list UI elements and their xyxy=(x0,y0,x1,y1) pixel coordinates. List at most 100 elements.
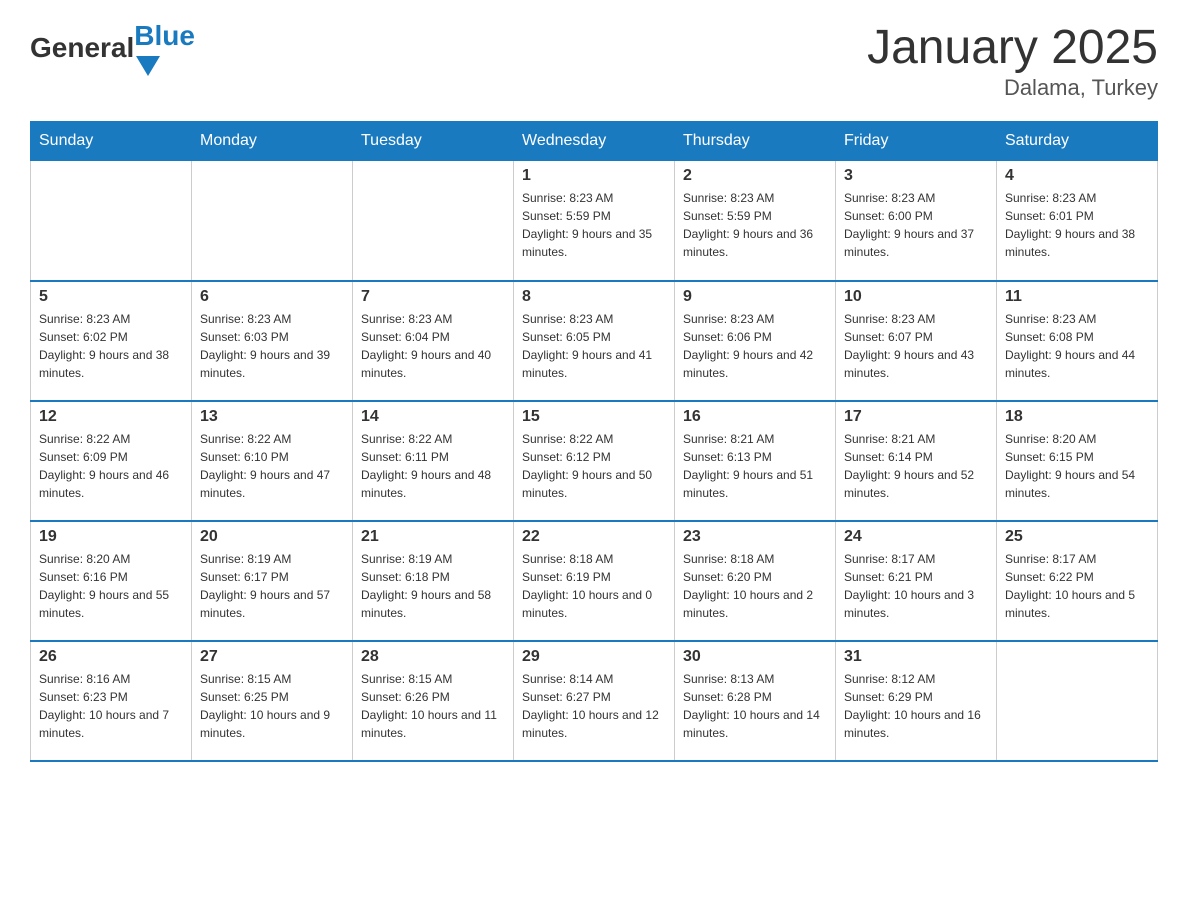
calendar-cell: 14 Sunrise: 8:22 AMSunset: 6:11 PMDayligh… xyxy=(353,401,514,521)
day-info: Sunrise: 8:19 AMSunset: 6:17 PMDaylight:… xyxy=(200,550,344,622)
calendar-cell: 12 Sunrise: 8:22 AMSunset: 6:09 PMDayligh… xyxy=(31,401,192,521)
day-info: Sunrise: 8:16 AMSunset: 6:23 PMDaylight:… xyxy=(39,670,183,742)
calendar-cell: 15Sunrise: 8:22 AMSunset: 6:12 PMDayligh… xyxy=(514,401,675,521)
calendar-cell: 6 Sunrise: 8:23 AMSunset: 6:03 PMDaylight… xyxy=(192,281,353,401)
calendar-cell: 2 Sunrise: 8:23 AMSunset: 5:59 PMDaylight… xyxy=(675,161,836,281)
day-number: 31 xyxy=(844,648,988,666)
day-info: Sunrise: 8:23 AMSunset: 6:00 PMDaylight:… xyxy=(844,189,988,261)
day-number: 28 xyxy=(361,648,505,666)
calendar-cell: 27 Sunrise: 8:15 AMSunset: 6:25 PMDayligh… xyxy=(192,641,353,761)
day-info: Sunrise: 8:14 AMSunset: 6:27 PMDaylight:… xyxy=(522,670,666,742)
calendar-cell: 8 Sunrise: 8:23 AMSunset: 6:05 PMDaylight… xyxy=(514,281,675,401)
calendar-cell: 9Sunrise: 8:23 AMSunset: 6:06 PMDaylight… xyxy=(675,281,836,401)
day-number: 4 xyxy=(1005,167,1149,185)
location-subtitle: Dalama, Turkey xyxy=(867,75,1158,101)
calendar-cell: 20 Sunrise: 8:19 AMSunset: 6:17 PMDayligh… xyxy=(192,521,353,641)
day-number: 20 xyxy=(200,528,344,546)
day-info: Sunrise: 8:23 AMSunset: 5:59 PMDaylight:… xyxy=(683,189,827,261)
day-number: 6 xyxy=(200,288,344,306)
calendar-cell: 22 Sunrise: 8:18 AMSunset: 6:19 PMDayligh… xyxy=(514,521,675,641)
day-info: Sunrise: 8:23 AMSunset: 6:01 PMDaylight:… xyxy=(1005,189,1149,261)
calendar-cell: 3 Sunrise: 8:23 AMSunset: 6:00 PMDaylight… xyxy=(836,161,997,281)
day-number: 27 xyxy=(200,648,344,666)
day-info: Sunrise: 8:18 AMSunset: 6:19 PMDaylight:… xyxy=(522,550,666,622)
day-info: Sunrise: 8:17 AMSunset: 6:22 PMDaylight:… xyxy=(1005,550,1149,622)
day-info: Sunrise: 8:20 AMSunset: 6:15 PMDaylight:… xyxy=(1005,430,1149,502)
calendar-cell: 29 Sunrise: 8:14 AMSunset: 6:27 PMDayligh… xyxy=(514,641,675,761)
day-info: Sunrise: 8:23 AMSunset: 6:05 PMDaylight:… xyxy=(522,310,666,382)
day-info: Sunrise: 8:23 AMSunset: 6:04 PMDaylight:… xyxy=(361,310,505,382)
day-number: 11 xyxy=(1005,288,1149,306)
calendar-cell: 7 Sunrise: 8:23 AMSunset: 6:04 PMDaylight… xyxy=(353,281,514,401)
day-number: 30 xyxy=(683,648,827,666)
calendar-cell: 24Sunrise: 8:17 AMSunset: 6:21 PMDayligh… xyxy=(836,521,997,641)
title-section: January 2025 Dalama, Turkey xyxy=(867,20,1158,101)
weekday-header-sunday: Sunday xyxy=(31,122,192,161)
calendar-cell: 13Sunrise: 8:22 AMSunset: 6:10 PMDayligh… xyxy=(192,401,353,521)
day-info: Sunrise: 8:15 AMSunset: 6:26 PMDaylight:… xyxy=(361,670,505,742)
day-info: Sunrise: 8:22 AMSunset: 6:10 PMDaylight:… xyxy=(200,430,344,502)
calendar-week-3: 12 Sunrise: 8:22 AMSunset: 6:09 PMDayligh… xyxy=(31,401,1158,521)
day-info: Sunrise: 8:17 AMSunset: 6:21 PMDaylight:… xyxy=(844,550,988,622)
day-info: Sunrise: 8:23 AMSunset: 6:06 PMDaylight:… xyxy=(683,310,827,382)
weekday-header-friday: Friday xyxy=(836,122,997,161)
day-info: Sunrise: 8:12 AMSunset: 6:29 PMDaylight:… xyxy=(844,670,988,742)
day-number: 18 xyxy=(1005,408,1149,426)
calendar-cell xyxy=(31,161,192,281)
day-number: 21 xyxy=(361,528,505,546)
calendar-week-1: 1Sunrise: 8:23 AMSunset: 5:59 PMDaylight… xyxy=(31,161,1158,281)
day-info: Sunrise: 8:20 AMSunset: 6:16 PMDaylight:… xyxy=(39,550,183,622)
day-number: 26 xyxy=(39,648,183,666)
day-info: Sunrise: 8:23 AMSunset: 6:07 PMDaylight:… xyxy=(844,310,988,382)
calendar-cell: 30 Sunrise: 8:13 AMSunset: 6:28 PMDayligh… xyxy=(675,641,836,761)
day-number: 19 xyxy=(39,528,183,546)
day-number: 25 xyxy=(1005,528,1149,546)
calendar-cell: 19 Sunrise: 8:20 AMSunset: 6:16 PMDayligh… xyxy=(31,521,192,641)
logo-general-text: General xyxy=(30,32,134,64)
calendar-cell xyxy=(353,161,514,281)
day-number: 22 xyxy=(522,528,666,546)
calendar-cell: 10 Sunrise: 8:23 AMSunset: 6:07 PMDayligh… xyxy=(836,281,997,401)
calendar-cell: 4 Sunrise: 8:23 AMSunset: 6:01 PMDaylight… xyxy=(997,161,1158,281)
calendar-cell: 18 Sunrise: 8:20 AMSunset: 6:15 PMDayligh… xyxy=(997,401,1158,521)
day-info: Sunrise: 8:19 AMSunset: 6:18 PMDaylight:… xyxy=(361,550,505,622)
day-number: 16 xyxy=(683,408,827,426)
calendar-cell: 5Sunrise: 8:23 AMSunset: 6:02 PMDaylight… xyxy=(31,281,192,401)
calendar-cell: 11 Sunrise: 8:23 AMSunset: 6:08 PMDayligh… xyxy=(997,281,1158,401)
day-info: Sunrise: 8:22 AMSunset: 6:11 PMDaylight:… xyxy=(361,430,505,502)
day-info: Sunrise: 8:23 AMSunset: 6:03 PMDaylight:… xyxy=(200,310,344,382)
day-number: 10 xyxy=(844,288,988,306)
day-info: Sunrise: 8:13 AMSunset: 6:28 PMDaylight:… xyxy=(683,670,827,742)
calendar-week-5: 26 Sunrise: 8:16 AMSunset: 6:23 PMDayligh… xyxy=(31,641,1158,761)
day-number: 12 xyxy=(39,408,183,426)
day-number: 29 xyxy=(522,648,666,666)
calendar-week-4: 19 Sunrise: 8:20 AMSunset: 6:16 PMDayligh… xyxy=(31,521,1158,641)
calendar-cell: 25 Sunrise: 8:17 AMSunset: 6:22 PMDayligh… xyxy=(997,521,1158,641)
calendar-cell: 1Sunrise: 8:23 AMSunset: 5:59 PMDaylight… xyxy=(514,161,675,281)
day-info: Sunrise: 8:23 AMSunset: 6:08 PMDaylight:… xyxy=(1005,310,1149,382)
weekday-header-tuesday: Tuesday xyxy=(353,122,514,161)
day-info: Sunrise: 8:21 AMSunset: 6:13 PMDaylight:… xyxy=(683,430,827,502)
day-info: Sunrise: 8:15 AMSunset: 6:25 PMDaylight:… xyxy=(200,670,344,742)
day-info: Sunrise: 8:22 AMSunset: 6:12 PMDaylight:… xyxy=(522,430,666,502)
day-number: 17 xyxy=(844,408,988,426)
day-number: 7 xyxy=(361,288,505,306)
logo: General Blue xyxy=(30,20,195,76)
weekday-header-saturday: Saturday xyxy=(997,122,1158,161)
day-number: 2 xyxy=(683,167,827,185)
day-number: 14 xyxy=(361,408,505,426)
day-number: 3 xyxy=(844,167,988,185)
logo-triangle-icon xyxy=(136,56,160,76)
day-info: Sunrise: 8:23 AMSunset: 6:02 PMDaylight:… xyxy=(39,310,183,382)
calendar-cell: 16 Sunrise: 8:21 AMSunset: 6:13 PMDayligh… xyxy=(675,401,836,521)
day-info: Sunrise: 8:18 AMSunset: 6:20 PMDaylight:… xyxy=(683,550,827,622)
weekday-header-monday: Monday xyxy=(192,122,353,161)
logo-blue-text: Blue xyxy=(134,20,195,52)
day-info: Sunrise: 8:21 AMSunset: 6:14 PMDaylight:… xyxy=(844,430,988,502)
day-info: Sunrise: 8:23 AMSunset: 5:59 PMDaylight:… xyxy=(522,189,666,261)
day-number: 8 xyxy=(522,288,666,306)
calendar-cell: 26 Sunrise: 8:16 AMSunset: 6:23 PMDayligh… xyxy=(31,641,192,761)
calendar-cell: 28 Sunrise: 8:15 AMSunset: 6:26 PMDayligh… xyxy=(353,641,514,761)
calendar-cell: 17 Sunrise: 8:21 AMSunset: 6:14 PMDayligh… xyxy=(836,401,997,521)
day-info: Sunrise: 8:22 AMSunset: 6:09 PMDaylight:… xyxy=(39,430,183,502)
